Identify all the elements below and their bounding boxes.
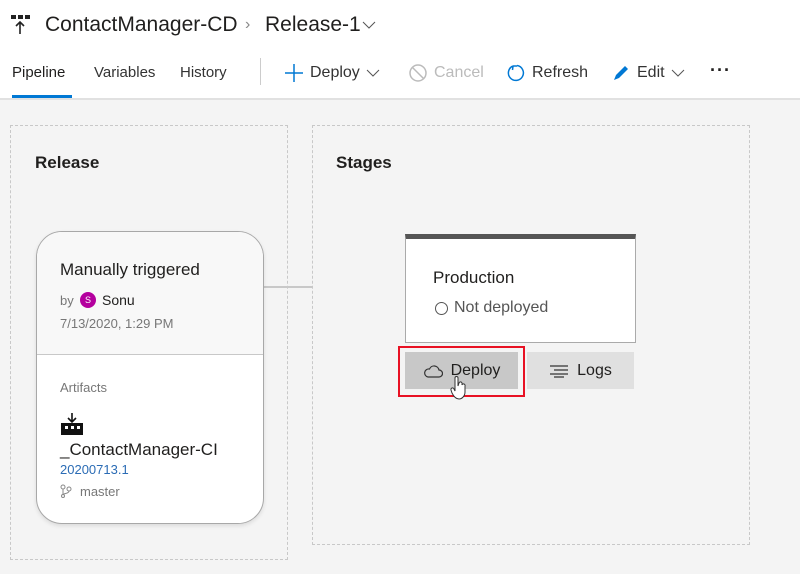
stage-card-production[interactable]: Production Not deployed bbox=[405, 234, 636, 343]
refresh-button[interactable]: Refresh bbox=[506, 63, 588, 83]
header: ContactManager-CD › Release-1 Pipeline V… bbox=[0, 0, 800, 100]
artifacts-label: Artifacts bbox=[60, 380, 107, 395]
release-panel-title: Release bbox=[35, 153, 100, 172]
stage-logs-button[interactable]: Logs bbox=[527, 352, 634, 389]
release-dropdown-chevron-icon[interactable] bbox=[362, 20, 376, 30]
avatar: S bbox=[80, 292, 96, 308]
not-deployed-status-icon bbox=[435, 302, 448, 315]
pencil-icon bbox=[614, 66, 628, 80]
chevron-down-icon bbox=[671, 69, 684, 77]
user-name: Sonu bbox=[102, 292, 135, 308]
active-tab-indicator bbox=[12, 95, 72, 98]
build-artifact-icon bbox=[61, 413, 83, 435]
breadcrumb-chevron-icon: › bbox=[245, 16, 251, 33]
tab-history[interactable]: History bbox=[180, 64, 227, 81]
tab-variables[interactable]: Variables bbox=[94, 64, 155, 81]
deploy-label: Deploy bbox=[310, 64, 360, 81]
logs-icon bbox=[550, 364, 569, 378]
release-name: Release-1 bbox=[265, 13, 361, 36]
logs-button-label: Logs bbox=[577, 361, 612, 379]
release-pipeline-icon bbox=[11, 15, 30, 34]
artifact-name: _ContactManager-CI bbox=[60, 440, 218, 459]
by-label: by bbox=[60, 293, 74, 308]
edit-label: Edit bbox=[637, 64, 665, 81]
edit-menu-button[interactable]: Edit bbox=[611, 63, 685, 83]
release-timestamp: 7/13/2020, 1:29 PM bbox=[60, 316, 174, 331]
stage-name: Production bbox=[433, 268, 515, 287]
cancel-button[interactable]: Cancel bbox=[408, 63, 484, 83]
release-card[interactable]: Manually triggered by S Sonu 7/13/2020, … bbox=[36, 231, 264, 524]
refresh-label: Refresh bbox=[532, 64, 589, 81]
trigger-text: Manually triggered bbox=[60, 260, 200, 279]
deploy-menu-button[interactable]: Deploy bbox=[284, 63, 380, 83]
pipeline-name-link[interactable]: ContactManager-CD bbox=[45, 13, 238, 37]
chevron-down-icon bbox=[366, 69, 380, 77]
cancel-label: Cancel bbox=[434, 64, 484, 81]
toolbar-divider bbox=[260, 58, 261, 85]
stage-status: Not deployed bbox=[454, 299, 549, 316]
stages-panel-title: Stages bbox=[336, 153, 392, 172]
refresh-icon bbox=[507, 64, 525, 82]
cancel-icon bbox=[409, 64, 427, 82]
connector-line bbox=[264, 286, 312, 288]
hand-cursor-icon bbox=[450, 376, 466, 400]
branch-icon bbox=[60, 484, 72, 498]
plus-icon bbox=[285, 64, 303, 82]
branch-name: master bbox=[80, 484, 120, 499]
tab-pipeline[interactable]: Pipeline bbox=[12, 64, 65, 81]
more-actions-button[interactable]: ··· bbox=[710, 60, 731, 81]
artifact-version-link[interactable]: 20200713.1 bbox=[60, 462, 129, 477]
